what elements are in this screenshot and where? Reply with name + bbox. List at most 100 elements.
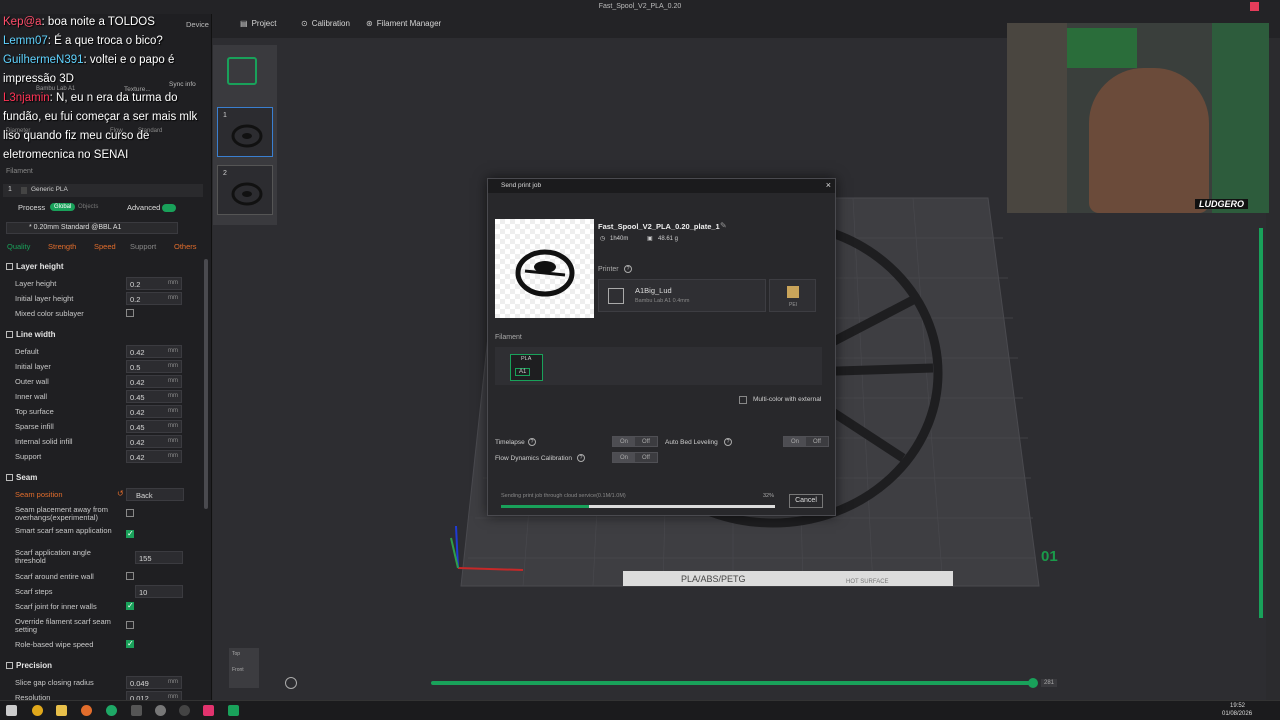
bed-label: PLA/ABS/PETG — [681, 574, 746, 584]
timelapse-toggle[interactable]: On Off — [612, 436, 658, 447]
multicolor-label: Multi-color with external — [753, 396, 822, 403]
taskbar: 19:52 01/08/2026 — [0, 700, 1280, 720]
app-icon[interactable] — [155, 705, 166, 716]
setting-row: Sparse infill 0.45 mm — [0, 420, 206, 435]
multicolor-checkbox[interactable] — [739, 396, 747, 404]
line-width-input[interactable]: 0.5 mm — [126, 360, 182, 373]
setting-row: Default 0.42 mm — [0, 345, 206, 360]
section-icon — [6, 662, 13, 669]
webcam-logo: LUDGERO — [1195, 199, 1248, 209]
clock-icon: ◷ — [600, 236, 606, 242]
process-label: Process — [18, 203, 46, 212]
folder-icon[interactable] — [56, 705, 67, 716]
setting-row: Role-based wipe speed — [0, 638, 206, 653]
filament-area — [495, 347, 822, 385]
bambu-studio-icon[interactable] — [228, 705, 239, 716]
setting-row: Initial layer height 0.2 mm — [0, 292, 206, 307]
plate-type-select[interactable]: PEI — [769, 279, 816, 312]
objects-toggle[interactable]: Objects — [78, 204, 98, 210]
webcam-overlay: LUDGERO — [1007, 23, 1269, 213]
smart-scarf-checkbox[interactable] — [126, 529, 134, 538]
plate-thumb[interactable]: 1 — [217, 107, 273, 157]
webcam-shelf — [1007, 23, 1067, 213]
role-wipe-checkbox[interactable] — [126, 639, 134, 648]
mixed-color-checkbox[interactable] — [126, 309, 134, 317]
reset-icon[interactable]: ↺ — [117, 489, 124, 498]
advanced-switch[interactable] — [162, 204, 176, 212]
tab-others[interactable]: Others — [174, 242, 197, 251]
line-width-input[interactable]: 0.42 mm — [126, 435, 182, 448]
cancel-button[interactable]: Cancel — [789, 494, 823, 508]
filament-row[interactable]: 1 Generic PLA — [3, 184, 203, 197]
scarf-steps-input[interactable]: 10 — [135, 585, 183, 598]
chat-message: Kep@a: boa noite a TOLDOS — [3, 13, 217, 32]
app-icon[interactable] — [179, 705, 190, 716]
chat-text: : boa noite a TOLDOS — [41, 16, 155, 28]
send-status: Sending print job through cloud service(… — [501, 493, 626, 499]
initial-layer-height-input[interactable]: 0.2 mm — [126, 292, 182, 305]
tab-support[interactable]: Support — [130, 242, 156, 251]
line-width-input[interactable]: 0.42 mm — [126, 345, 182, 358]
setting-row: Smart scarf seam application — [0, 525, 206, 545]
print-weight: 48.61 g — [658, 236, 679, 242]
screenshot-icon[interactable] — [285, 677, 297, 689]
app-icon[interactable] — [131, 705, 142, 716]
plate-thumbnails: 1 2 — [213, 45, 277, 225]
layer-slider-track — [1259, 228, 1263, 618]
bed-leveling-label: Auto Bed Leveling — [665, 439, 718, 446]
line-width-input[interactable]: 0.42 mm — [126, 375, 182, 388]
chat-username: GuilhermeN391 — [3, 54, 84, 66]
filament-slot[interactable]: PLA A1 — [510, 354, 543, 381]
tab-project[interactable]: ▤ Project — [240, 19, 276, 28]
whatsapp-icon[interactable] — [106, 705, 117, 716]
info-icon[interactable]: ? — [624, 265, 632, 273]
edit-icon[interactable]: ✎ — [720, 221, 727, 230]
timelapse-info-icon[interactable]: ? — [528, 438, 536, 446]
filament-color-swatch — [21, 187, 27, 194]
app-icon[interactable] — [203, 705, 214, 716]
scarf-angle-input[interactable]: 155 — [135, 551, 183, 564]
seam-position-select[interactable]: Back — [126, 488, 184, 501]
scarf-inner-checkbox[interactable] — [126, 601, 134, 610]
tab-strength[interactable]: Strength — [48, 242, 76, 251]
flow-cal-info-icon[interactable]: ? — [577, 454, 585, 462]
spool-preview-icon — [515, 249, 575, 297]
view-top-label: Top — [232, 651, 241, 657]
project-icon: ▤ — [240, 19, 248, 28]
bed-leveling-toggle[interactable]: On Off — [783, 436, 829, 447]
override-scarf-checkbox[interactable] — [126, 621, 134, 629]
app-icon[interactable] — [81, 705, 92, 716]
chat-username: Kep@a — [3, 16, 42, 28]
line-width-input[interactable]: 0.42 mm — [126, 450, 182, 463]
global-toggle[interactable]: Global — [50, 203, 76, 211]
flow-cal-toggle[interactable]: On Off — [612, 452, 658, 463]
tab-speed[interactable]: Speed — [94, 242, 116, 251]
chat-message: GuilhermeN391: voltei e o papo é impress… — [3, 51, 217, 89]
scarf-around-checkbox[interactable] — [126, 572, 134, 580]
plate-preview — [495, 219, 594, 318]
bed-leveling-info-icon[interactable]: ? — [724, 438, 732, 446]
start-icon[interactable] — [6, 705, 17, 716]
seam-overhang-checkbox[interactable] — [126, 509, 134, 517]
slice-gap-input[interactable]: 0.049 mm — [126, 676, 182, 689]
close-icon[interactable]: × — [826, 180, 831, 190]
send-print-dialog: Send print job × Fast_Spool_V2_PLA_0.20_… — [487, 178, 836, 516]
line-width-input[interactable]: 0.45 mm — [126, 390, 182, 403]
plate-thumb[interactable]: 2 — [217, 165, 273, 215]
tab-calibration[interactable]: ⊙ Calibration — [301, 19, 350, 28]
progress-fill — [501, 505, 589, 508]
section-line-width: Line width — [6, 330, 56, 339]
slice-plate-icon[interactable] — [227, 57, 257, 85]
process-preset[interactable]: * 0.20mm Standard @BBL A1 — [6, 222, 178, 234]
chat-message: Lemm07: É a que troca o bico? — [3, 32, 217, 51]
layer-height-input[interactable]: 0.2 mm — [126, 277, 182, 290]
line-width-input[interactable]: 0.42 mm — [126, 405, 182, 418]
tab-filament-manager[interactable]: ⊛ Filament Manager — [366, 19, 441, 28]
tab-quality[interactable]: Quality — [7, 242, 30, 251]
printer-select[interactable]: A1Big_Lud Bambu Lab A1 0.4mm — [598, 279, 766, 312]
view-cube[interactable]: Top Front — [229, 648, 259, 688]
close-window-icon[interactable] — [1250, 2, 1259, 11]
line-width-input[interactable]: 0.45 mm — [126, 420, 182, 433]
chrome-icon[interactable] — [32, 705, 43, 716]
setting-row: Mixed color sublayer — [0, 307, 206, 322]
